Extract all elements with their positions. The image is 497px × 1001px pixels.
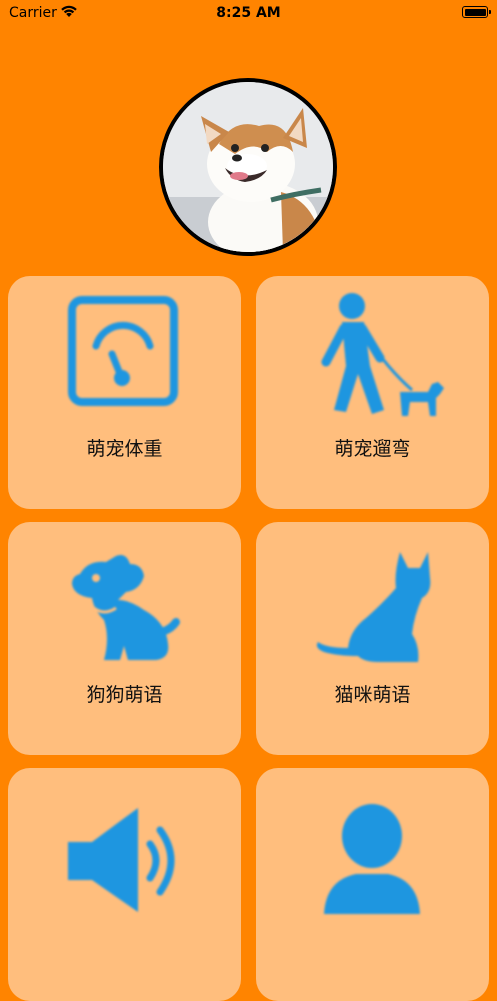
menu-item-dog-language[interactable]: 狗狗萌语	[8, 522, 241, 755]
person-icon	[312, 784, 432, 914]
pet-avatar[interactable]	[159, 78, 337, 256]
menu-item-profile[interactable]	[256, 768, 489, 1001]
person-walking-dog-icon	[312, 292, 444, 416]
speaker-icon	[64, 784, 184, 912]
menu-item-label: 萌宠体重	[86, 438, 163, 460]
menu-item-sound[interactable]	[8, 768, 241, 1001]
menu-item-label: 狗狗萌语	[86, 684, 163, 706]
menu-item-label: 猫咪萌语	[334, 684, 411, 706]
battery-icon	[462, 6, 491, 18]
scale-icon	[64, 292, 184, 412]
status-bar: Carrier 8:25 AM	[0, 0, 497, 28]
menu-item-label: 萌宠遛弯	[334, 438, 411, 460]
corgi-dog-photo	[163, 82, 333, 252]
menu-item-pet-walk[interactable]: 萌宠遛弯	[256, 276, 489, 509]
dog-icon	[64, 538, 184, 660]
cat-icon	[312, 538, 432, 662]
menu-item-cat-language[interactable]: 猫咪萌语	[256, 522, 489, 755]
menu-item-pet-weight[interactable]: 萌宠体重	[8, 276, 241, 509]
clock: 8:25 AM	[216, 5, 281, 21]
